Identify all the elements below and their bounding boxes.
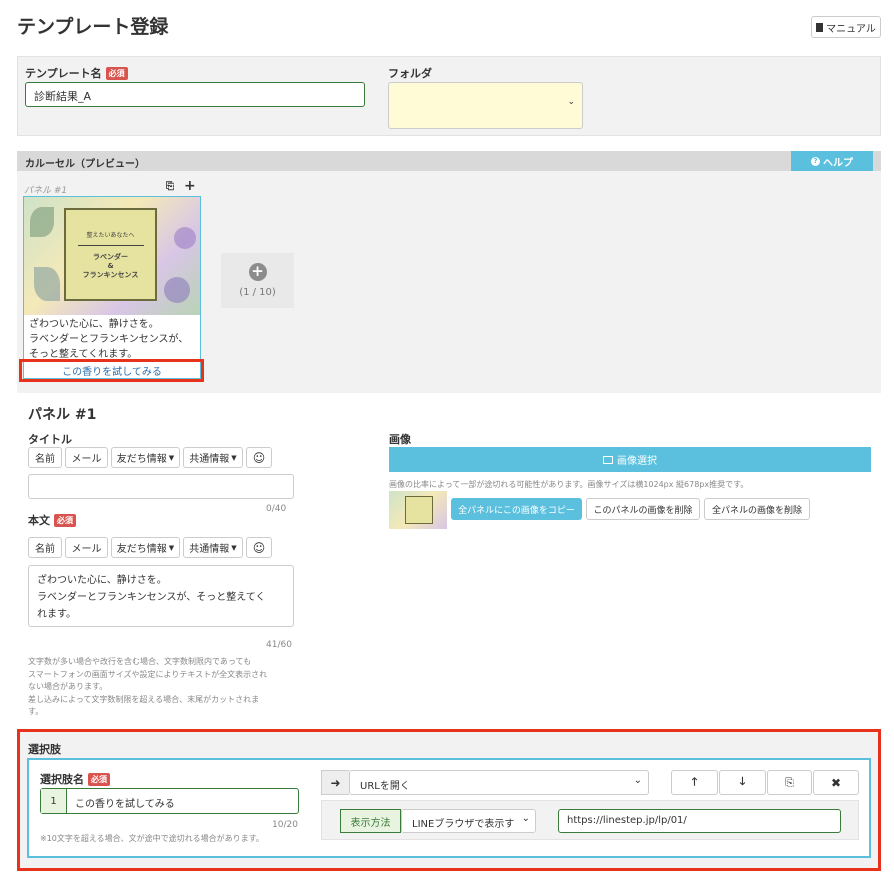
body-text-line: ラベンダーとフランキンセンスが、そっと整えてく [37, 592, 266, 603]
body-char-counter: 41/60 [266, 640, 292, 650]
token-common-label: 共通情報 [189, 454, 230, 465]
folder-select[interactable]: ⌄ [388, 82, 583, 129]
note-line: す。 [28, 707, 44, 716]
chevron-down-icon: ⌄ [567, 97, 575, 107]
image-label-frame: 整えたいあなたへ ラベンダー & フランキンセンス [64, 208, 157, 301]
carousel-header [17, 151, 881, 171]
panel-label: パネル #1 [24, 186, 68, 196]
manual-button[interactable]: マニュアル [811, 16, 881, 38]
body-text-line: れます。 [37, 609, 76, 620]
title-input[interactable] [28, 474, 294, 499]
body-text-line: ざわついた心に、静けさを。 [37, 575, 167, 586]
body-token-bar: 名前 メール 友だち情報 ▼ 共通情報 ▼ ☺ [28, 537, 272, 558]
image-text-1: 整えたいあなたへ [86, 231, 135, 239]
card-image: 整えたいあなたへ ラベンダー & フランキンセンス [24, 197, 200, 315]
flower-icon [174, 227, 196, 249]
title-token-bar: 名前 メール 友だち情報 ▼ 共通情報 ▼ ☺ [28, 447, 272, 468]
token-mail-button[interactable]: メール [65, 537, 108, 558]
highlight-box [19, 359, 204, 382]
image-text-3: & [107, 261, 114, 270]
add-panel-icon[interactable]: + [184, 178, 196, 194]
note-line: スマートフォンの画面サイズや設定によりテキストが全文表示され [28, 669, 268, 679]
page-title: テンプレート登録 [17, 16, 169, 38]
template-name-label: テンプレート名 必須 [25, 65, 128, 81]
smile-icon: ☺ [252, 540, 266, 555]
image-divider [77, 244, 144, 246]
caret-down-icon: ▼ [231, 453, 237, 462]
emoji-button[interactable]: ☺ [246, 447, 272, 468]
book-icon [816, 22, 824, 32]
leaf-icon [30, 207, 54, 237]
help-label: ヘルプ [823, 157, 853, 169]
required-badge: 必須 [105, 66, 128, 80]
panel-counter: (1 / 10) [239, 287, 276, 298]
copy-panel-icon[interactable]: ⎘ [166, 181, 174, 192]
body-note: 文字数が多い場合や改行を含む場合、文字数制限内であっても スマートフォンの画面サ… [28, 656, 298, 719]
leaf-icon [34, 267, 60, 301]
folder-label: フォルダ [388, 67, 432, 80]
plus-circle-icon: + [248, 263, 267, 281]
title-char-counter: 0/40 [266, 504, 287, 514]
question-icon: ? [811, 156, 820, 166]
token-common-button[interactable]: 共通情報 ▼ [183, 537, 243, 558]
image-text-4: フランキンセンス [82, 270, 139, 279]
emoji-button[interactable]: ☺ [246, 537, 272, 558]
manual-label: マニュアル [826, 23, 876, 35]
title-field-label: タイトル [28, 433, 72, 446]
image-text-2: ラベンダー [93, 252, 128, 261]
image-select-label: 画像選択 [617, 456, 657, 467]
caret-down-icon: ▼ [231, 543, 237, 552]
body-textarea[interactable]: ざわついた心に、静けさを。 ラベンダーとフランキンセンスが、そっと整えてく れま… [28, 565, 294, 627]
smile-icon: ☺ [252, 450, 266, 465]
note-line: 文字数が多い場合や改行を含む場合、文字数制限内であっても [28, 657, 252, 666]
token-friend-label: 友だち情報 [116, 544, 167, 555]
token-friend-label: 友だち情報 [116, 454, 167, 465]
image-select-button[interactable]: 画像選択 [389, 447, 871, 472]
token-common-button[interactable]: 共通情報 ▼ [183, 447, 243, 468]
token-friend-button[interactable]: 友だち情報 ▼ [111, 537, 180, 558]
flower-icon [164, 277, 190, 303]
image-thumbnail [389, 491, 447, 529]
highlight-box [17, 729, 881, 871]
thumbnail-frame [405, 496, 433, 524]
copy-to-all-button[interactable]: 全パネルにこの画像をコピー [451, 498, 582, 520]
body-field-label: 本文 必須 [28, 512, 76, 528]
help-button[interactable]: ? ヘルプ [791, 151, 873, 171]
card-text: ざわついた心に、静けさを。 ラベンダーとフランキンセンスが、 そっと整えてくれま… [29, 317, 188, 362]
token-friend-button[interactable]: 友だち情報 ▼ [111, 447, 180, 468]
token-mail-button[interactable]: メール [65, 447, 108, 468]
required-badge: 必須 [54, 513, 76, 527]
carousel-header-label: カルーセル（プレビュー） [25, 159, 145, 170]
note-line: 差し込みによって文字数制限を超える場合、末尾がカットされま [28, 694, 260, 704]
image-note: 画像の比率によって一部が途切れる可能性があります。画像サイズは横1024px 縦… [389, 480, 749, 489]
delete-all-images-button[interactable]: 全パネルの画像を削除 [704, 498, 810, 520]
add-panel-button[interactable]: + (1 / 10) [221, 253, 294, 308]
token-common-label: 共通情報 [189, 544, 230, 555]
card-text-line: ざわついた心に、静けさを。 [29, 319, 159, 330]
note-line: ない場合があります。 [28, 682, 108, 691]
token-name-button[interactable]: 名前 [28, 447, 62, 468]
card-text-line: ラベンダーとフランキンセンスが、 [29, 334, 189, 345]
token-name-button[interactable]: 名前 [28, 537, 62, 558]
image-label: 画像 [389, 433, 411, 446]
delete-this-image-button[interactable]: このパネルの画像を削除 [586, 498, 700, 520]
image-icon [603, 455, 613, 464]
template-name-input[interactable]: 診断結果_A [25, 82, 365, 107]
panel-title: パネル #1 [28, 407, 97, 423]
caret-down-icon: ▼ [168, 543, 175, 552]
caret-down-icon: ▼ [168, 453, 175, 462]
